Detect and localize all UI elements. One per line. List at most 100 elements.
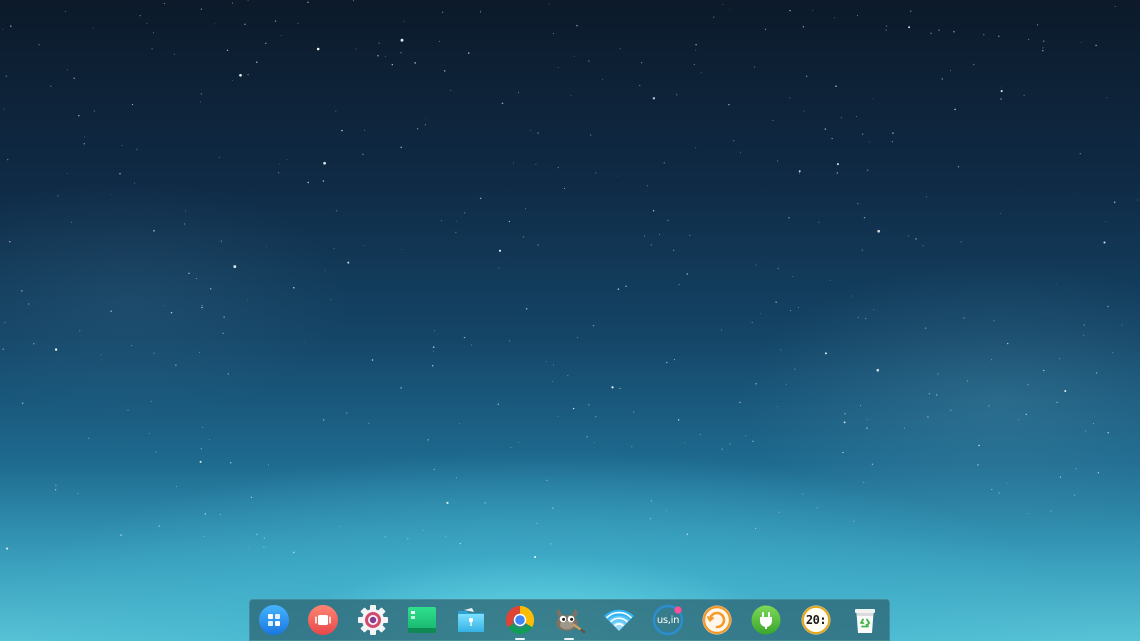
star <box>479 197 482 200</box>
dock-item-terminal[interactable] <box>405 603 439 637</box>
dock-item-launcher[interactable] <box>257 603 291 637</box>
trash-icon <box>855 609 875 633</box>
dock-item-network[interactable] <box>602 603 636 637</box>
star <box>925 196 927 198</box>
running-indicator <box>564 638 574 640</box>
star <box>219 513 221 515</box>
star <box>552 364 555 366</box>
star <box>535 163 537 165</box>
star <box>617 288 620 290</box>
star <box>220 240 222 242</box>
star <box>1042 47 1044 49</box>
star <box>4 322 6 324</box>
star <box>755 264 757 266</box>
star <box>546 479 548 481</box>
star <box>713 16 715 18</box>
star <box>170 311 173 314</box>
star <box>755 383 757 385</box>
star <box>484 502 486 504</box>
star <box>695 43 697 46</box>
star <box>424 124 426 126</box>
star <box>640 62 643 64</box>
star <box>792 276 794 278</box>
star <box>924 327 927 329</box>
star <box>1103 241 1106 244</box>
star <box>497 403 500 406</box>
star <box>686 533 689 536</box>
star <box>233 265 237 269</box>
star <box>173 53 175 55</box>
star <box>131 104 134 106</box>
star <box>794 368 796 370</box>
star <box>458 423 461 425</box>
star <box>805 75 808 77</box>
star <box>476 374 478 376</box>
star <box>885 25 888 27</box>
dock-item-multitasking-view[interactable] <box>306 603 340 637</box>
star <box>709 535 711 537</box>
star <box>1107 305 1109 308</box>
star <box>1093 423 1095 425</box>
star <box>256 533 258 536</box>
star <box>790 310 792 311</box>
star <box>842 451 844 454</box>
dock-item-google-chrome[interactable] <box>503 603 537 640</box>
star <box>639 84 641 86</box>
star <box>659 234 661 236</box>
star <box>553 33 555 34</box>
dock-item-battery[interactable] <box>749 603 783 637</box>
star <box>188 272 190 275</box>
star <box>200 101 202 103</box>
star <box>938 29 940 31</box>
star <box>7 158 9 161</box>
star <box>835 85 837 87</box>
star <box>274 20 277 22</box>
star <box>509 340 511 342</box>
dock-item-keyboard-layout[interactable]: us,in <box>651 603 685 637</box>
star <box>937 373 939 375</box>
star <box>950 70 951 72</box>
star <box>759 313 761 315</box>
star <box>185 210 186 212</box>
star <box>891 141 893 143</box>
star <box>385 56 386 57</box>
star <box>1042 40 1045 42</box>
star <box>66 69 68 71</box>
star <box>83 143 85 145</box>
star <box>346 412 348 414</box>
star <box>851 295 853 297</box>
star <box>226 49 229 51</box>
dock-item-power[interactable] <box>700 603 734 637</box>
dock-item-trash[interactable] <box>848 603 882 637</box>
star <box>836 172 838 174</box>
star <box>403 20 405 22</box>
star <box>534 556 537 558</box>
star <box>525 208 526 210</box>
star <box>676 94 678 96</box>
star <box>960 241 962 243</box>
star <box>776 406 779 408</box>
star <box>812 9 814 11</box>
star <box>391 63 394 66</box>
dock-item-control-center[interactable] <box>356 603 390 637</box>
star <box>446 501 449 505</box>
star <box>1079 153 1081 155</box>
star <box>930 32 932 35</box>
star <box>910 10 912 12</box>
dock-item-clock[interactable]: 20: <box>799 603 833 637</box>
star <box>871 463 874 465</box>
star <box>73 77 75 79</box>
refresh-icon <box>702 605 732 635</box>
star <box>1083 324 1085 326</box>
star <box>1080 41 1082 43</box>
star <box>892 132 894 134</box>
dock-item-file-manager[interactable] <box>454 603 488 637</box>
star <box>729 443 731 445</box>
star <box>537 244 539 246</box>
star <box>740 151 742 153</box>
star <box>9 241 11 243</box>
star <box>456 220 457 222</box>
star <box>400 38 404 42</box>
dock-item-gimp[interactable] <box>552 603 586 640</box>
star <box>857 14 858 16</box>
